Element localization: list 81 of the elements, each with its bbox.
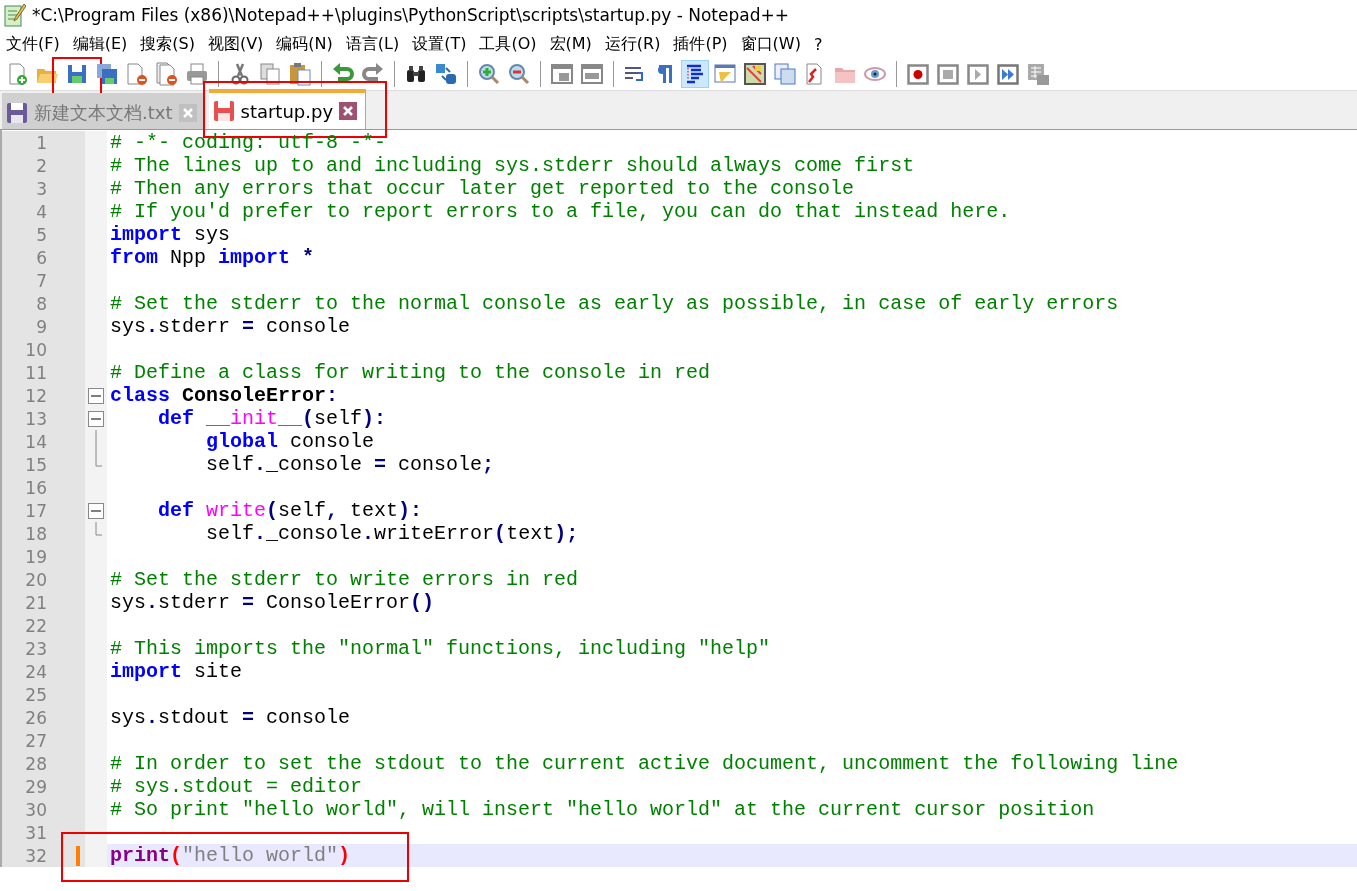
line-number: 22 xyxy=(25,615,47,636)
line-number: 21 xyxy=(25,592,47,613)
code-line: print("hello world") xyxy=(109,844,351,867)
line-number: 32 xyxy=(25,845,47,866)
code-line: sys.stderr = ConsoleError() xyxy=(109,591,435,614)
menu-item[interactable]: 插件(P) xyxy=(673,33,728,55)
line-number: 7 xyxy=(36,270,47,291)
line-number: 18 xyxy=(25,523,47,544)
menu-item[interactable]: 宏(M) xyxy=(549,33,592,55)
line-number: 1 xyxy=(36,132,47,153)
code-line: # Define a class for writing to the console in red xyxy=(109,361,711,384)
menu-item[interactable]: 语言(L) xyxy=(345,33,400,55)
line-number: 2 xyxy=(36,155,47,176)
line-number: 3 xyxy=(36,178,47,199)
fold-line xyxy=(95,430,97,453)
line-number: 26 xyxy=(25,707,47,728)
code-line: # If you'd prefer to report errors to a file, you can do that instead here. xyxy=(109,200,1011,223)
line-number: 16 xyxy=(25,477,47,498)
line-number: 9 xyxy=(36,316,47,337)
line-number: 6 xyxy=(36,247,47,268)
code-line: self._console.writeError(text); xyxy=(205,522,579,545)
code-line: self._console = console; xyxy=(205,453,495,476)
line-number: 4 xyxy=(36,201,47,222)
code-line: # -*- coding: utf-8 -*- xyxy=(109,131,387,154)
window-title: *C:\Program Files (x86)\Notepad++\plugins\PythonScript\scripts\startup.py - Notepad++ xyxy=(32,5,789,25)
line-number: 11 xyxy=(25,362,47,383)
menu-item[interactable]: ? xyxy=(813,34,823,54)
menu-item[interactable]: 工具(O) xyxy=(479,33,537,55)
code-line: sys.stderr = console xyxy=(109,315,351,338)
document-map-icon[interactable] xyxy=(741,60,769,88)
indent-guide-icon[interactable] xyxy=(681,60,709,88)
fold-minus-icon[interactable] xyxy=(88,387,104,404)
line-number: 12 xyxy=(25,385,47,406)
line-number: 15 xyxy=(25,454,47,475)
code-line: # So print "hello world", will insert "hello world" at the current cursor position xyxy=(109,798,1095,821)
code-line: # This imports the "normal" functions, including "help" xyxy=(109,637,771,660)
menu-item[interactable]: 编辑(E) xyxy=(72,33,128,55)
fold-minus-icon[interactable] xyxy=(88,502,104,519)
code-line: from Npp import * xyxy=(109,246,315,269)
notepad-icon xyxy=(4,3,26,27)
menu-item[interactable]: 运行(R) xyxy=(604,33,661,55)
line-number: 10 xyxy=(25,339,47,360)
line-number: 17 xyxy=(25,500,47,521)
code-line: def __init__(self): xyxy=(157,407,387,430)
code-line: # The lines up to and including sys.stderr should always come first xyxy=(109,154,915,177)
line-number: 30 xyxy=(25,799,47,820)
menu-item[interactable]: 编码(N) xyxy=(276,33,333,55)
fold-minus-icon[interactable] xyxy=(88,410,104,427)
line-number: 13 xyxy=(25,408,47,429)
code-line: # sys.stdout = editor xyxy=(109,775,363,798)
code-line: import site xyxy=(109,660,243,683)
code-line: # Set the stderr to write errors in red xyxy=(109,568,579,591)
line-number: 8 xyxy=(36,293,47,314)
line-number: 19 xyxy=(25,546,47,567)
line-number: 31 xyxy=(25,822,47,843)
line-number: 14 xyxy=(25,431,47,452)
fold-end-line xyxy=(95,522,102,536)
close-icon[interactable] xyxy=(339,102,358,120)
code-line: # Set the stderr to the normal console as early as possible, in case of early errors xyxy=(109,292,1119,315)
fold-end-line xyxy=(95,453,102,467)
line-number: 20 xyxy=(25,569,47,590)
line-number: 25 xyxy=(25,684,47,705)
line-number: 24 xyxy=(25,661,47,682)
menu-item[interactable]: 文件(F) xyxy=(6,33,60,55)
line-number: 29 xyxy=(25,776,47,797)
menu-item[interactable]: 设置(T) xyxy=(412,33,467,55)
code-line: # In order to set the stdout to the current active document, uncomment the following line xyxy=(109,752,1179,775)
code-line: class ConsoleError: xyxy=(109,384,339,407)
code-line: def write(self, text): xyxy=(157,499,423,522)
code-line: # Then any errors that occur later get reported to the console xyxy=(109,177,855,200)
menu-item[interactable]: 搜索(S) xyxy=(140,33,195,55)
line-number: 5 xyxy=(36,224,47,245)
menu-item[interactable]: 视图(V) xyxy=(207,33,264,55)
line-number: 28 xyxy=(25,753,47,774)
line-number: 23 xyxy=(25,638,47,659)
file-tab[interactable]: startup.py xyxy=(208,89,367,129)
menu-item[interactable]: 窗口(W) xyxy=(740,33,801,55)
code-line: import sys xyxy=(109,223,231,246)
code-line: sys.stdout = console xyxy=(109,706,351,729)
line-number: 27 xyxy=(25,730,47,751)
code-line: global console xyxy=(205,430,375,453)
